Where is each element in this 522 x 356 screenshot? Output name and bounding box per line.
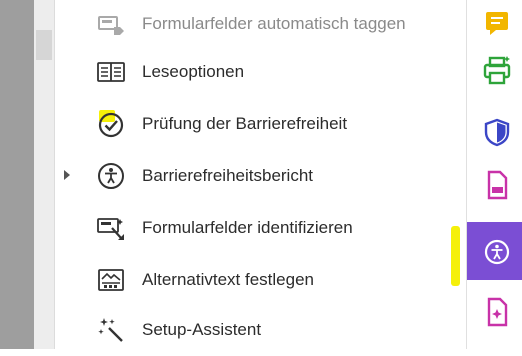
tool-label: Alternativtext festlegen (142, 270, 314, 289)
pdf-export-icon (487, 170, 508, 200)
tool-accessibility-report[interactable]: Barrierefreiheitsbericht (86, 152, 466, 202)
tool-label: Prüfung der Barrierefreiheit (142, 114, 348, 133)
comment-icon (486, 12, 508, 35)
tool-accessibility-check[interactable]: Prüfung der Barrierefreiheit (86, 100, 466, 150)
identify-form-fields-icon (96, 213, 126, 243)
left-gutter (0, 0, 34, 349)
print-production-icon (483, 56, 511, 85)
tool-identify-form-fields[interactable]: Formularfelder identifizieren (86, 204, 466, 254)
accessibility-tools-panel: Formularfelder automatisch taggen Leseop… (86, 0, 466, 349)
accessibility-check-icon (96, 109, 126, 139)
rich-media-button[interactable] (477, 292, 517, 332)
tool-label: Barrierefreiheitsbericht (142, 166, 314, 185)
right-tools-bar (467, 0, 522, 349)
tool-set-alternate-text[interactable]: Alternativtext festlegen (86, 256, 466, 306)
protect-button[interactable] (477, 112, 517, 152)
expand-arrow-icon[interactable] (62, 168, 72, 182)
auto-tag-form-icon (96, 9, 126, 39)
tool-label: Leseoptionen (142, 62, 245, 81)
print-production-button[interactable] (477, 51, 517, 91)
tool-label: Setup-Assistent (142, 320, 262, 339)
reading-options-icon (96, 57, 126, 87)
accessibility-icon (484, 239, 510, 265)
rich-media-icon (487, 297, 508, 327)
tool-label: Formularfelder automatisch taggen (142, 14, 406, 33)
tool-reading-options[interactable]: Leseoptionen (86, 48, 466, 98)
highlight-marker (451, 226, 460, 286)
comment-button[interactable] (477, 4, 517, 44)
scrollbar-thumb[interactable] (36, 30, 52, 60)
tool-label: Formularfelder identifizieren (142, 218, 353, 237)
tool-auto-tag-form-fields[interactable]: Formularfelder automatisch taggen (86, 0, 466, 50)
alt-text-icon (96, 265, 126, 295)
export-pdf-button[interactable] (477, 165, 517, 205)
protect-shield-icon (484, 118, 510, 147)
setup-wizard-icon (96, 315, 126, 345)
accessibility-button[interactable] (477, 232, 517, 272)
accessibility-report-icon (96, 161, 126, 191)
